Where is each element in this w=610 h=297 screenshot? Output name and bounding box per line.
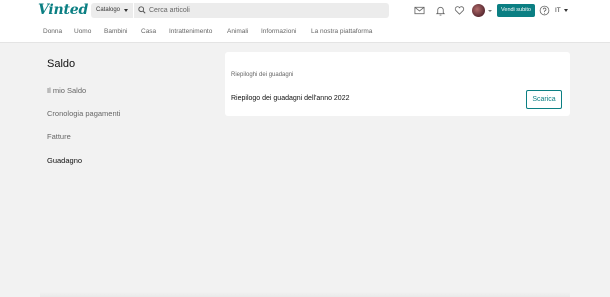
nav-item-uomo[interactable]: Uomo — [74, 22, 91, 42]
mail-icon[interactable] — [414, 5, 425, 16]
sidebar-item-guadagno[interactable]: Guadagno — [47, 156, 82, 165]
footer-edge — [40, 292, 570, 297]
heart-icon[interactable] — [454, 5, 465, 16]
catalog-dropdown[interactable]: Catalogo — [91, 3, 133, 18]
nav-item-donna[interactable]: Donna — [43, 22, 62, 42]
vinted-logo[interactable]: Vinted — [38, 2, 88, 18]
top-bar: Vinted Catalogo Cerca articoli Vendi sub… — [0, 0, 610, 23]
download-button[interactable]: Scarica — [526, 90, 562, 109]
chevron-down-icon — [564, 9, 568, 12]
chevron-down-icon[interactable] — [488, 10, 492, 12]
chevron-down-icon — [124, 9, 128, 12]
section-title: Riepiloghi dei guadagni — [231, 72, 294, 78]
search-placeholder: Cerca articoli — [149, 7, 190, 14]
language-selector[interactable]: IT — [555, 4, 561, 17]
summary-row-label: Riepilogo dei guadagni dell'anno 2022 — [231, 95, 350, 102]
nav-item-intrattenimento[interactable]: Intrattenimento — [169, 22, 212, 42]
earnings-summary-card: Riepiloghi dei guadagni Riepilogo dei gu… — [225, 52, 570, 116]
nav-item-informazioni[interactable]: Informazioni — [261, 22, 296, 42]
nav-item-casa[interactable]: Casa — [141, 22, 156, 42]
sidebar-item-cronologia-pagamenti[interactable]: Cronologia pagamenti — [47, 109, 120, 118]
nav-item-la-nostra-piattaforma[interactable]: La nostra piattaforma — [311, 22, 372, 42]
sell-now-button[interactable]: Vendi subito — [497, 4, 535, 17]
sidebar-item-il-mio-saldo[interactable]: Il mio Saldo — [47, 86, 86, 95]
search-icon — [138, 6, 146, 14]
nav-item-bambini[interactable]: Bambini — [104, 22, 127, 42]
search-input[interactable]: Cerca articoli — [134, 3, 389, 18]
help-icon[interactable] — [539, 5, 550, 16]
sidebar-item-fatture[interactable]: Fatture — [47, 132, 71, 141]
nav-item-animali[interactable]: Animali — [227, 22, 248, 42]
sidebar-title: Saldo — [47, 58, 76, 70]
bell-icon[interactable] — [435, 5, 446, 16]
category-nav: Donna Uomo Bambini Casa Intrattenimento … — [0, 22, 610, 43]
avatar[interactable] — [472, 4, 485, 17]
catalog-label: Catalogo — [96, 7, 121, 13]
